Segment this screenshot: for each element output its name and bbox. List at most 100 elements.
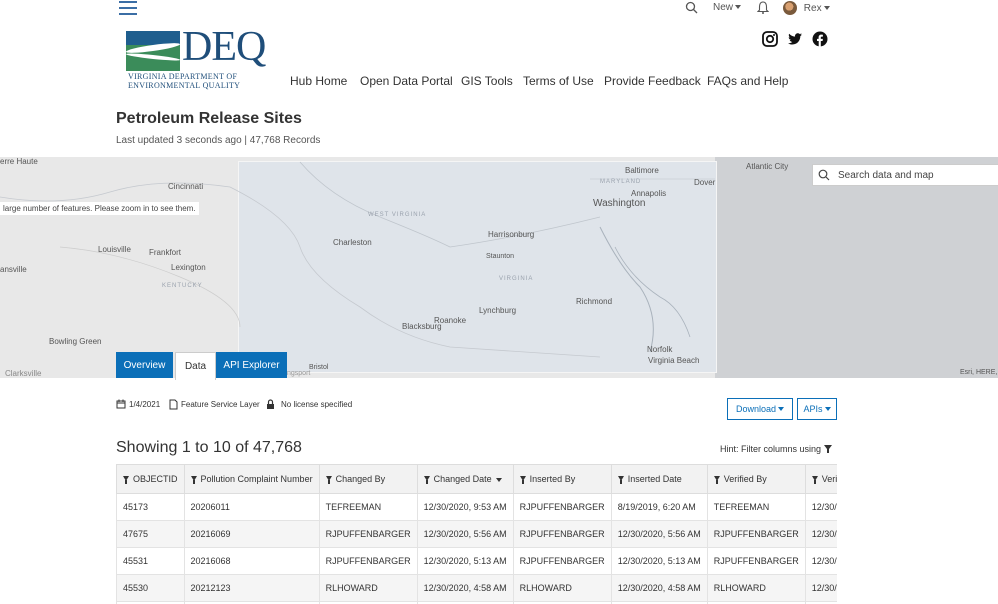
map-boundaries xyxy=(0,161,715,358)
bell-icon[interactable] xyxy=(757,1,769,14)
table-cell: 12/30/2020, 5:13 AM xyxy=(416,547,514,575)
column-header[interactable]: Changed Date xyxy=(416,464,514,494)
instagram-icon[interactable] xyxy=(762,31,778,47)
tab-data[interactable]: Data xyxy=(175,352,216,380)
meta-date: 1/4/2021 xyxy=(116,399,160,409)
logo-subtitle: VIRGINIA DEPARTMENT OF ENVIRONMENTAL QUAL… xyxy=(128,72,241,90)
map-label: Dover xyxy=(694,178,716,187)
chevron-down-icon xyxy=(735,5,742,10)
table-cell: RLHOWARD xyxy=(706,574,806,602)
filter-icon xyxy=(713,476,720,484)
meta-layer-type: Feature Service Layer xyxy=(169,399,260,410)
search-icon xyxy=(818,169,830,181)
map-label: Charleston xyxy=(333,238,372,247)
table-row[interactable]: 45531 20216068 RJPUFFENBARGER 12/30/2020, 5… xyxy=(116,547,837,575)
filter-icon xyxy=(811,476,818,484)
tab-api-explorer[interactable]: API Explorer xyxy=(216,352,287,378)
filter-icon xyxy=(325,476,332,484)
table-cell: 12/30/2020, 9:53 AM xyxy=(416,493,514,521)
table-cell: RJPUFFENBARGER xyxy=(318,547,418,575)
map-label: Harrisonburg xyxy=(488,230,535,239)
table-cell: 12/30/2020, 4:58 AM xyxy=(610,574,708,602)
map-label: Blacksburg xyxy=(402,322,442,331)
map-label: Annapolis xyxy=(631,189,667,198)
nav-provide-feedback[interactable]: Provide Feedback xyxy=(604,74,701,88)
table-cell: 20212123 xyxy=(183,574,320,602)
document-icon xyxy=(169,399,178,410)
page-title: Petroleum Release Sites xyxy=(116,110,302,127)
table-cell: RJPUFFENBARGER xyxy=(706,547,806,575)
table-cell: TEFREEMAN xyxy=(318,493,418,521)
search-icon[interactable] xyxy=(685,1,698,14)
table-row[interactable]: 47675 20216069 RJPUFFENBARGER 12/30/2020, 5… xyxy=(116,520,837,548)
user-menu[interactable]: Rex xyxy=(783,1,830,15)
nav-hub-home[interactable]: Hub Home xyxy=(290,74,347,88)
table-cell: 45173 xyxy=(116,493,185,521)
table-cell: 47675 xyxy=(116,520,185,548)
table-row[interactable]: 45530 20212123 RLHOWARD 12/30/2020, 4:58 AM… xyxy=(116,574,837,602)
download-button[interactable]: Download xyxy=(727,398,793,420)
table-cell: 12/30/2020, 4:58 AM xyxy=(416,574,514,602)
table-cell: 12/30/2020, 5:13 AM xyxy=(610,547,708,575)
apis-button[interactable]: APIs xyxy=(797,398,837,420)
lock-icon xyxy=(267,399,274,409)
table-cell: 12/30/20 xyxy=(804,574,837,602)
page-subtitle: Last updated 3 seconds ago | 47,768 Reco… xyxy=(116,135,321,146)
map-view[interactable]: large number of features. Please zoom in… xyxy=(0,157,998,378)
results-count: Showing 1 to 10 of 47,768 xyxy=(116,439,302,456)
table-cell: 20216069 xyxy=(183,520,320,548)
nav-open-data-portal[interactable]: Open Data Portal xyxy=(360,74,453,88)
nav-faqs-and-help[interactable]: FAQs and Help xyxy=(707,74,788,88)
column-header[interactable]: Inserted By xyxy=(512,464,612,494)
column-header[interactable]: Verified By xyxy=(706,464,806,494)
twitter-icon[interactable] xyxy=(787,31,803,47)
map-label: Louisville xyxy=(98,245,131,254)
table-cell: RJPUFFENBARGER xyxy=(512,520,612,548)
state-label: VIRGINIA xyxy=(499,276,534,282)
nav-gis-tools[interactable]: GIS Tools xyxy=(461,74,513,88)
nav-terms-of-use[interactable]: Terms of Use xyxy=(523,74,594,88)
table-cell: 12/30/20 xyxy=(804,547,837,575)
chevron-down-icon xyxy=(823,6,830,10)
table-cell: RJPUFFENBARGER xyxy=(512,547,612,575)
column-header[interactable]: Verifi xyxy=(804,464,837,494)
table-cell: 20216068 xyxy=(183,547,320,575)
map-label: ansville xyxy=(0,265,27,274)
tab-overview[interactable]: Overview xyxy=(116,352,173,378)
logo-mark xyxy=(126,31,180,71)
filter-icon xyxy=(123,476,129,484)
table-row[interactable]: 45173 20206011 TEFREEMAN 12/30/2020, 9:53 A… xyxy=(116,493,837,521)
filter-icon xyxy=(423,476,430,484)
table-cell: TEFREEMAN xyxy=(706,493,806,521)
user-name: Rex xyxy=(803,2,822,14)
state-label: WEST VIRGINIA xyxy=(368,212,427,218)
map-label: Atlantic City xyxy=(746,162,789,171)
logo-text: DEQ xyxy=(182,24,266,70)
table-cell: RLHOWARD xyxy=(318,574,418,602)
column-header[interactable]: Changed By xyxy=(318,464,418,494)
filter-icon xyxy=(519,476,526,484)
filter-icon xyxy=(617,476,624,484)
column-header[interactable]: Inserted Date xyxy=(610,464,708,494)
table-header-row: OBJECTID Pollution Complaint Number Chan… xyxy=(116,464,837,494)
filter-hint: Hint: Filter columns using xyxy=(720,444,833,454)
column-header[interactable]: OBJECTID xyxy=(116,464,185,494)
map-label: Lexington xyxy=(171,263,206,272)
table-cell: 45530 xyxy=(116,574,185,602)
menu-icon[interactable] xyxy=(119,1,137,15)
zoom-message: large number of features. Please zoom in… xyxy=(0,202,199,215)
facebook-icon[interactable] xyxy=(812,31,828,47)
map-label: erre Haute xyxy=(0,157,38,166)
data-table: OBJECTID Pollution Complaint Number Chan… xyxy=(116,464,837,604)
map-search-box[interactable]: Search data and map xyxy=(812,164,998,186)
map-label: ngsport xyxy=(287,370,311,377)
filter-icon xyxy=(190,476,197,484)
table-cell: RLHOWARD xyxy=(512,574,612,602)
table-cell: 20206011 xyxy=(183,493,320,521)
table-cell: 45531 xyxy=(116,547,185,575)
column-header[interactable]: Pollution Complaint Number xyxy=(183,464,320,494)
map-label: Richmond xyxy=(576,297,613,306)
meta-license: No license specified xyxy=(266,399,352,410)
new-menu[interactable]: New xyxy=(713,2,742,13)
deq-logo[interactable]: DEQ VIRGINIA DEPARTMENT OF ENVIRONMENTAL … xyxy=(126,24,268,91)
